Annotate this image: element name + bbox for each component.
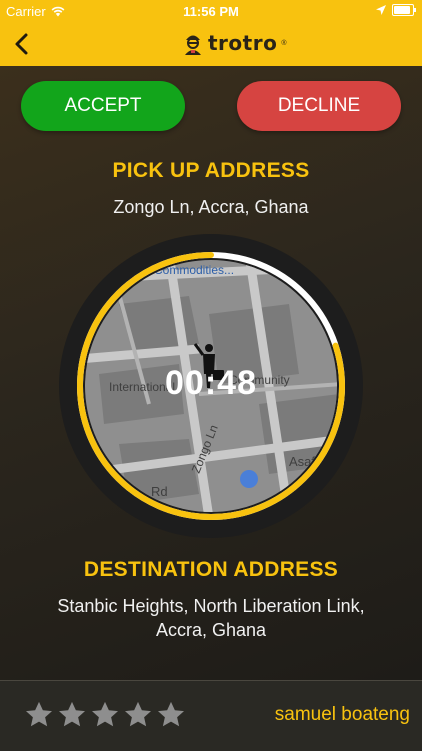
status-bar: Carrier 11:56 PM (0, 0, 422, 22)
nav-bar: trotro ® (0, 22, 422, 66)
status-right (376, 4, 416, 16)
decline-button[interactable]: DECLINE (237, 81, 401, 131)
driver-name: samuel boateng (274, 704, 410, 725)
destination-heading: DESTINATION ADDRESS (83, 558, 339, 581)
star-icon[interactable] (90, 700, 120, 730)
location-arrow-icon (376, 5, 386, 15)
destination-address-line1: Stanbic Heights, North Liberation Link, (57, 596, 365, 616)
pickup-address: Zongo Ln, Accra, Ghana (113, 197, 309, 217)
countdown-timer: 00:48 (165, 364, 257, 402)
driver-avatar-icon (185, 35, 201, 55)
accept-button[interactable]: ACCEPT (21, 81, 185, 131)
star-icon[interactable] (156, 700, 186, 730)
logo-registered-mark: ® (281, 39, 287, 47)
battery-icon (392, 4, 416, 16)
driver-rating[interactable] (24, 700, 186, 730)
back-chevron-icon[interactable] (8, 30, 36, 58)
star-icon[interactable] (57, 700, 87, 730)
logo-text: trotro (208, 31, 278, 55)
ride-request-panel: ACCEPT DECLINE PICK UP ADDRESS Zongo Ln,… (0, 66, 422, 680)
status-time: 11:56 PM (183, 4, 239, 19)
pickup-timer: Commodities... Community International Z… (59, 234, 363, 538)
star-icon[interactable] (123, 700, 153, 730)
pickup-heading: PICK UP ADDRESS (112, 159, 310, 182)
driver-footer: samuel boateng (0, 680, 422, 751)
map-label-rd: Rd (151, 484, 168, 499)
app-logo: trotro ® (182, 31, 287, 55)
destination-address-line2: Accra, Ghana (155, 620, 267, 640)
star-icon[interactable] (24, 700, 54, 730)
